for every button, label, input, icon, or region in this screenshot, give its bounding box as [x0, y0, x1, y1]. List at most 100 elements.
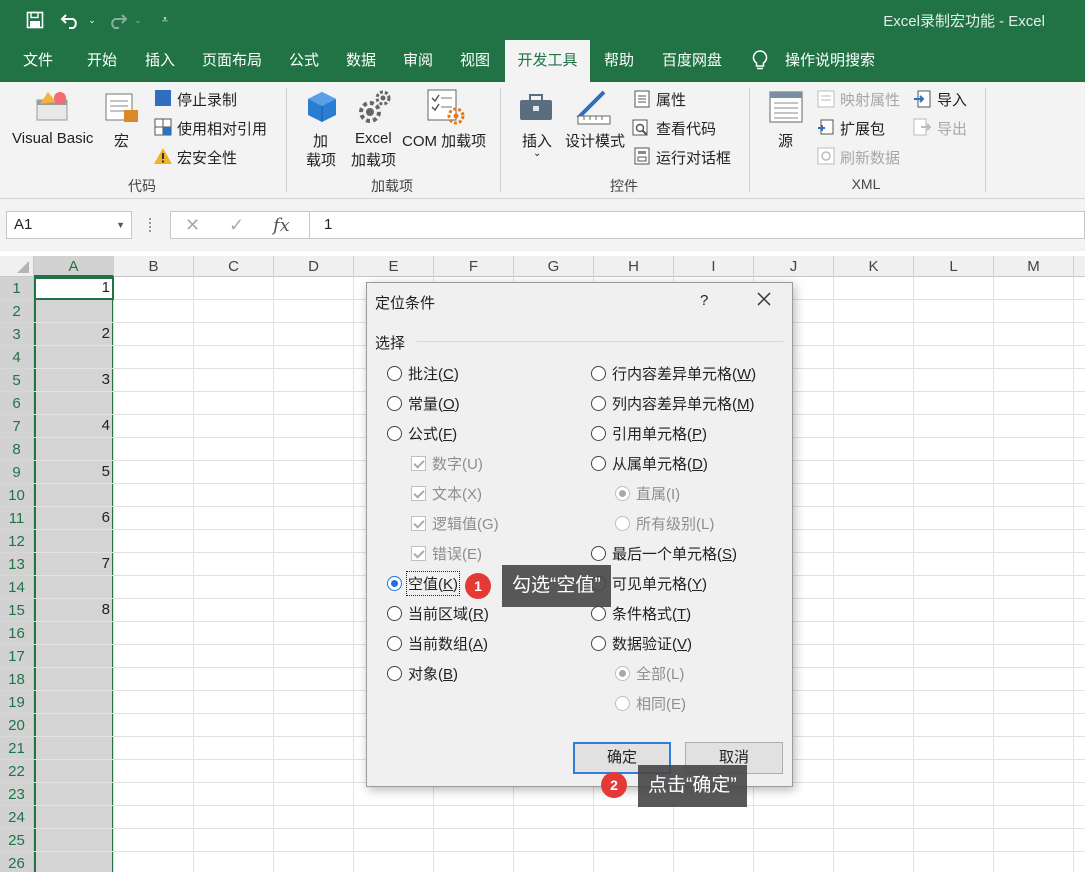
checkbox-icon[interactable] — [411, 515, 426, 531]
left-option-2[interactable]: 常量(O) — [387, 393, 460, 413]
excel-addins-line2[interactable]: 加载项 — [351, 149, 396, 170]
row-header-4[interactable]: 4 — [0, 346, 33, 369]
run-dialog-button[interactable]: 运行对话框 — [656, 147, 731, 168]
cell-a3[interactable]: 2 — [34, 325, 110, 342]
radio-icon[interactable] — [591, 395, 606, 411]
lightbulb-icon[interactable] — [749, 40, 771, 82]
formula-input[interactable]: 1 — [310, 211, 1085, 239]
radio-icon[interactable] — [387, 605, 402, 621]
left-option-1[interactable]: 批注(C) — [387, 363, 459, 383]
left-option-7[interactable]: 错误(E) — [411, 543, 482, 563]
column-header-k[interactable]: K — [834, 256, 914, 277]
radio-icon[interactable] — [387, 365, 402, 381]
right-option-3[interactable]: 引用单元格(P) — [591, 423, 707, 443]
insert-control-dropdown-icon[interactable]: ⌄ — [533, 148, 541, 159]
addins-button-line2[interactable]: 载项 — [306, 149, 336, 170]
left-option-10[interactable]: 当前数组(A) — [387, 633, 488, 653]
excel-addins-line1[interactable]: Excel — [355, 130, 392, 147]
column-header-g[interactable]: G — [514, 256, 594, 277]
row-header-19[interactable]: 19 — [0, 691, 33, 714]
undo-dropdown-icon[interactable]: ⌄ — [86, 8, 98, 32]
left-option-5[interactable]: 文本(X) — [411, 483, 482, 503]
left-option-4[interactable]: 数字(U) — [411, 453, 483, 473]
row-header-11[interactable]: 11 — [0, 507, 33, 530]
checkbox-icon[interactable] — [411, 545, 426, 561]
column-header-m[interactable]: M — [994, 256, 1074, 277]
xml-source-button[interactable]: 源 — [778, 130, 793, 151]
column-header-h[interactable]: H — [594, 256, 674, 277]
cell-a5[interactable]: 3 — [34, 371, 110, 388]
cell-a15[interactable]: 8 — [34, 601, 110, 618]
redo-dropdown-icon[interactable]: ⌄ — [132, 8, 144, 32]
right-option-2[interactable]: 列内容差异单元格(M) — [591, 393, 755, 413]
radio-icon[interactable] — [387, 395, 402, 411]
radio-icon[interactable] — [387, 635, 402, 651]
formula-bar-grip[interactable] — [149, 218, 153, 232]
row-header-17[interactable]: 17 — [0, 645, 33, 668]
row-header-23[interactable]: 23 — [0, 783, 33, 806]
right-option-12[interactable]: 相同(E) — [615, 693, 686, 713]
right-option-4[interactable]: 从属单元格(D) — [591, 453, 708, 473]
row-header-9[interactable]: 9 — [0, 461, 33, 484]
com-addins-button[interactable]: COM 加载项 — [402, 130, 486, 151]
select-all-corner[interactable] — [0, 256, 34, 277]
row-header-3[interactable]: 3 — [0, 323, 33, 346]
macros-button[interactable]: 宏 — [114, 130, 129, 151]
radio-icon[interactable] — [615, 665, 630, 681]
cell-a7[interactable]: 4 — [34, 417, 110, 434]
tab-file[interactable]: 文件 — [12, 40, 64, 82]
tab-page-layout[interactable]: 页面布局 — [196, 40, 268, 82]
macro-security-button[interactable]: 宏安全性 — [177, 147, 237, 168]
radio-icon[interactable] — [387, 425, 402, 441]
row-header-7[interactable]: 7 — [0, 415, 33, 438]
left-option-3[interactable]: 公式(F) — [387, 423, 457, 443]
row-header-2[interactable]: 2 — [0, 300, 33, 323]
radio-icon[interactable] — [591, 425, 606, 441]
right-option-10[interactable]: 数据验证(V) — [591, 633, 692, 653]
radio-icon[interactable] — [387, 665, 402, 681]
cell-a1[interactable]: 1 — [34, 279, 110, 296]
confirm-entry-icon[interactable]: ✓ — [229, 215, 244, 236]
cell-a13[interactable]: 7 — [34, 555, 110, 572]
column-header-b[interactable]: B — [114, 256, 194, 277]
tab-view[interactable]: 视图 — [451, 40, 499, 82]
tab-developer[interactable]: 开发工具 — [505, 40, 590, 82]
row-header-21[interactable]: 21 — [0, 737, 33, 760]
column-header-j[interactable]: J — [754, 256, 834, 277]
row-header-8[interactable]: 8 — [0, 438, 33, 461]
tab-data[interactable]: 数据 — [337, 40, 385, 82]
row-header-12[interactable]: 12 — [0, 530, 33, 553]
column-header-e[interactable]: E — [354, 256, 434, 277]
left-option-8[interactable]: 空值(K) — [387, 570, 461, 596]
row-header-24[interactable]: 24 — [0, 806, 33, 829]
column-header-d[interactable]: D — [274, 256, 354, 277]
view-code-button[interactable]: 查看代码 — [656, 118, 716, 139]
right-option-7[interactable]: 最后一个单元格(S) — [591, 543, 737, 563]
radio-icon[interactable] — [591, 605, 606, 621]
map-properties-button[interactable]: 映射属性 — [840, 89, 900, 110]
expansion-pack-button[interactable]: 扩展包 — [840, 118, 885, 139]
row-header-5[interactable]: 5 — [0, 369, 33, 392]
cancel-entry-icon[interactable]: ✕ — [185, 215, 200, 236]
refresh-data-button[interactable]: 刷新数据 — [840, 147, 900, 168]
tell-me-search[interactable]: 操作说明搜索 — [780, 40, 880, 82]
radio-icon[interactable] — [615, 515, 630, 531]
insert-function-icon[interactable]: fx — [273, 215, 290, 236]
column-header-l[interactable]: L — [914, 256, 994, 277]
left-option-6[interactable]: 逻辑值(G) — [411, 513, 499, 533]
export-button[interactable]: 导出 — [937, 118, 967, 139]
row-header-25[interactable]: 25 — [0, 829, 33, 852]
tab-home[interactable]: 开始 — [76, 40, 128, 82]
column-header-f[interactable]: F — [434, 256, 514, 277]
radio-icon[interactable] — [591, 365, 606, 381]
right-option-11[interactable]: 全部(L) — [615, 663, 684, 683]
tab-insert[interactable]: 插入 — [134, 40, 186, 82]
cell-a9[interactable]: 5 — [34, 463, 110, 480]
right-option-5[interactable]: 直属(I) — [615, 483, 680, 503]
right-option-6[interactable]: 所有级别(L) — [615, 513, 714, 533]
row-header-20[interactable]: 20 — [0, 714, 33, 737]
row-header-22[interactable]: 22 — [0, 760, 33, 783]
radio-icon[interactable] — [591, 635, 606, 651]
help-button[interactable]: ? — [700, 292, 708, 309]
radio-icon[interactable] — [591, 545, 606, 561]
